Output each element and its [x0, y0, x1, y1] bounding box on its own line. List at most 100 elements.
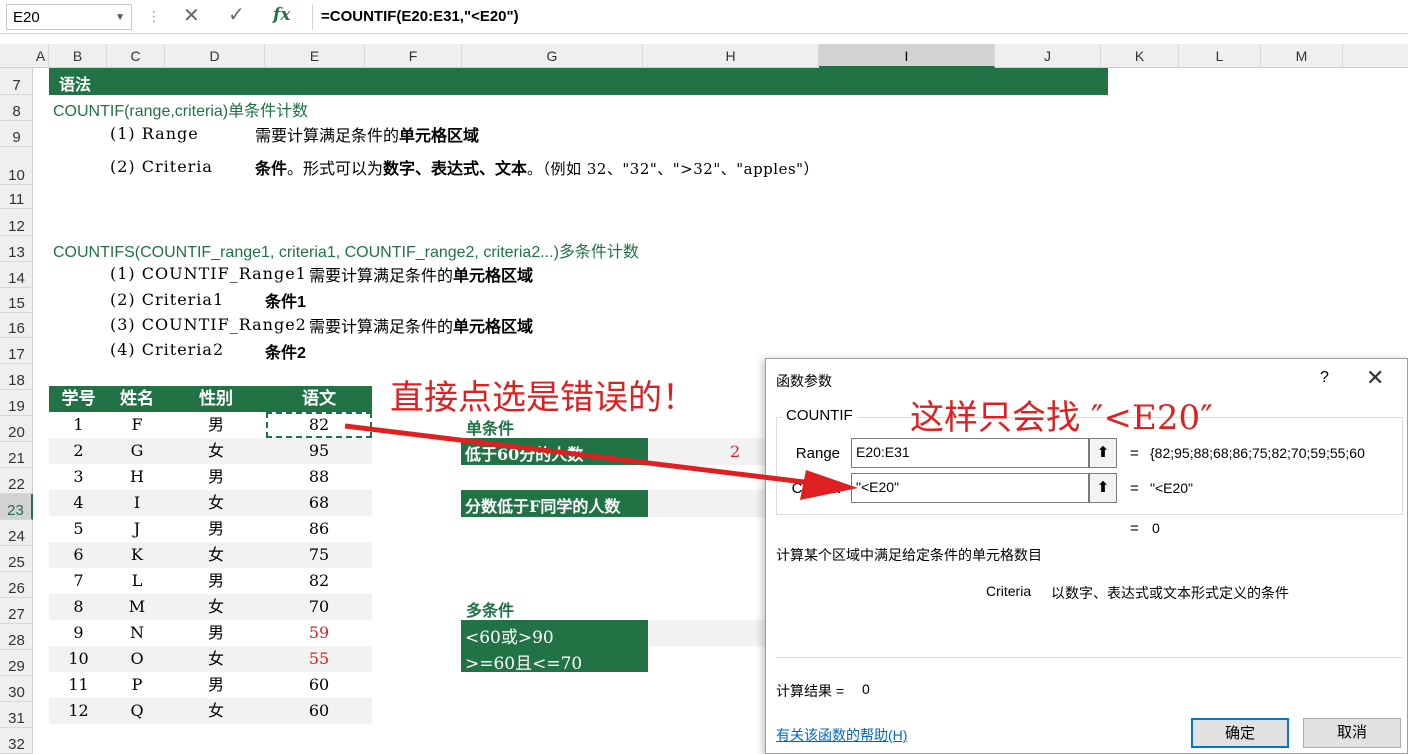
- r9-param[interactable]: (1) Range: [110, 124, 199, 143]
- r15-desc[interactable]: 条件1: [265, 288, 306, 312]
- table-cell-id[interactable]: 4: [49, 490, 108, 516]
- close-icon[interactable]: ✕: [1366, 365, 1384, 391]
- row-header-14[interactable]: 14: [0, 262, 33, 288]
- row-header-28[interactable]: 28: [0, 624, 33, 650]
- column-header-m[interactable]: M: [1261, 44, 1343, 68]
- cancel-button[interactable]: 取消: [1303, 718, 1401, 748]
- row-header-29[interactable]: 29: [0, 650, 33, 676]
- table-cell-id[interactable]: 8: [49, 594, 108, 620]
- table-cell-gender[interactable]: 男: [166, 516, 266, 542]
- table-cell-gender[interactable]: 女: [166, 698, 266, 724]
- table-cell-id[interactable]: 12: [49, 698, 108, 724]
- below60-label[interactable]: 低于60分的人数: [461, 438, 648, 465]
- column-header-h[interactable]: H: [643, 44, 819, 68]
- table-cell-score[interactable]: 60: [266, 698, 372, 724]
- r14-desc[interactable]: 需要计算满足条件的单元格区域: [309, 262, 533, 286]
- r17-desc[interactable]: 条件2: [265, 339, 306, 363]
- multi-condition-1[interactable]: <60或>90: [461, 620, 648, 648]
- r15-param[interactable]: (2) Criteria1: [110, 290, 224, 309]
- table-cell-name[interactable]: Q: [108, 698, 166, 724]
- r10-param[interactable]: (2) Criteria: [110, 157, 213, 176]
- enter-icon[interactable]: ✓: [228, 2, 245, 27]
- row-header-24[interactable]: 24: [0, 520, 33, 546]
- table-cell-name[interactable]: O: [108, 646, 166, 672]
- below-f-label[interactable]: 分数低于F同学的人数: [461, 490, 648, 517]
- row-header-26[interactable]: 26: [0, 572, 33, 598]
- row-header-21[interactable]: 21: [0, 442, 33, 468]
- countifs-signature[interactable]: COUNTIFS(COUNTIF_range1, criteria1, COUN…: [53, 238, 639, 262]
- table-cell-score[interactable]: 70: [266, 594, 372, 620]
- table-cell-id[interactable]: 7: [49, 568, 108, 594]
- table-cell-id[interactable]: 10: [49, 646, 108, 672]
- collapse-range-icon[interactable]: ⬆: [1089, 438, 1117, 468]
- table-cell-id[interactable]: 6: [49, 542, 108, 568]
- r17-param[interactable]: (4) Criteria2: [110, 340, 224, 359]
- help-icon[interactable]: ?: [1320, 369, 1329, 387]
- column-header-e[interactable]: E: [265, 44, 365, 68]
- table-cell-name[interactable]: K: [108, 542, 166, 568]
- column-header-b[interactable]: B: [49, 44, 107, 68]
- formula-input[interactable]: =COUNTIF(E20:E31,"<E20"): [312, 4, 1402, 30]
- table-header-cell[interactable]: 姓名: [108, 386, 166, 412]
- table-cell-id[interactable]: 5: [49, 516, 108, 542]
- table-cell-id[interactable]: 11: [49, 672, 108, 698]
- row-header-25[interactable]: 25: [0, 546, 33, 572]
- r16-param[interactable]: (3) COUNTIF_Range2: [110, 315, 307, 334]
- table-cell-gender[interactable]: 女: [166, 646, 266, 672]
- cancel-icon[interactable]: ✕: [183, 3, 200, 28]
- table-cell-name[interactable]: H: [108, 464, 166, 490]
- row-header-27[interactable]: 27: [0, 598, 33, 624]
- name-box[interactable]: E20 ▼: [6, 4, 132, 30]
- row-header-20[interactable]: 20: [0, 416, 33, 442]
- column-header-l[interactable]: L: [1179, 44, 1261, 68]
- r9-desc[interactable]: 需要计算满足条件的单元格区域: [255, 122, 479, 146]
- table-cell-gender[interactable]: 男: [166, 412, 266, 438]
- column-header-i[interactable]: I: [819, 44, 995, 68]
- table-cell-name[interactable]: N: [108, 620, 166, 646]
- table-cell-gender[interactable]: 女: [166, 542, 266, 568]
- table-cell-name[interactable]: L: [108, 568, 166, 594]
- column-header-d[interactable]: D: [165, 44, 265, 68]
- table-cell-id[interactable]: 9: [49, 620, 108, 646]
- row-header-11[interactable]: 11: [0, 185, 33, 209]
- table-cell-score[interactable]: 95: [266, 438, 372, 464]
- column-header-g[interactable]: G: [462, 44, 643, 68]
- table-cell-score[interactable]: 68: [266, 490, 372, 516]
- table-cell-gender[interactable]: 男: [166, 620, 266, 646]
- multi-condition-2[interactable]: >=60且<=70: [461, 646, 648, 674]
- row-header-17[interactable]: 17: [0, 338, 33, 364]
- table-cell-id[interactable]: 1: [49, 412, 108, 438]
- table-cell-score[interactable]: 82: [266, 568, 372, 594]
- row-header-19[interactable]: 19: [0, 390, 33, 416]
- criteria-input[interactable]: "<E20": [851, 473, 1089, 503]
- column-header-c[interactable]: C: [107, 44, 165, 68]
- table-cell-name[interactable]: J: [108, 516, 166, 542]
- row-header-18[interactable]: 18: [0, 364, 33, 390]
- help-link[interactable]: 有关该函数的帮助(H): [776, 725, 907, 745]
- row-header-32[interactable]: 32: [0, 728, 33, 754]
- below60-value[interactable]: 2: [730, 442, 740, 461]
- table-cell-score[interactable]: 60: [266, 672, 372, 698]
- column-header-k[interactable]: K: [1101, 44, 1179, 68]
- table-header-cell[interactable]: 性别: [166, 386, 266, 412]
- table-cell-gender[interactable]: 男: [166, 672, 266, 698]
- row-header-31[interactable]: 31: [0, 702, 33, 728]
- r16-desc[interactable]: 需要计算满足条件的单元格区域: [309, 313, 533, 337]
- row-header-7[interactable]: 7: [0, 68, 33, 95]
- table-cell-name[interactable]: G: [108, 438, 166, 464]
- row-header-13[interactable]: 13: [0, 236, 33, 262]
- collapse-criteria-icon[interactable]: ⬆: [1089, 473, 1117, 503]
- row-header-8[interactable]: 8: [0, 95, 33, 121]
- countif-signature[interactable]: COUNTIF(range,criteria)单条件计数: [53, 97, 308, 121]
- column-header-a[interactable]: A: [33, 44, 49, 68]
- table-header-cell[interactable]: 语文: [266, 386, 372, 412]
- row-header-22[interactable]: 22: [0, 468, 33, 494]
- multi-condition-header[interactable]: 多条件: [466, 597, 514, 621]
- row-header-9[interactable]: 9: [0, 121, 33, 147]
- column-header-f[interactable]: F: [365, 44, 462, 68]
- table-cell-gender[interactable]: 女: [166, 594, 266, 620]
- chevron-down-icon[interactable]: ▼: [115, 12, 125, 23]
- ok-button[interactable]: 确定: [1191, 718, 1289, 748]
- table-cell-id[interactable]: 3: [49, 464, 108, 490]
- table-cell-name[interactable]: I: [108, 490, 166, 516]
